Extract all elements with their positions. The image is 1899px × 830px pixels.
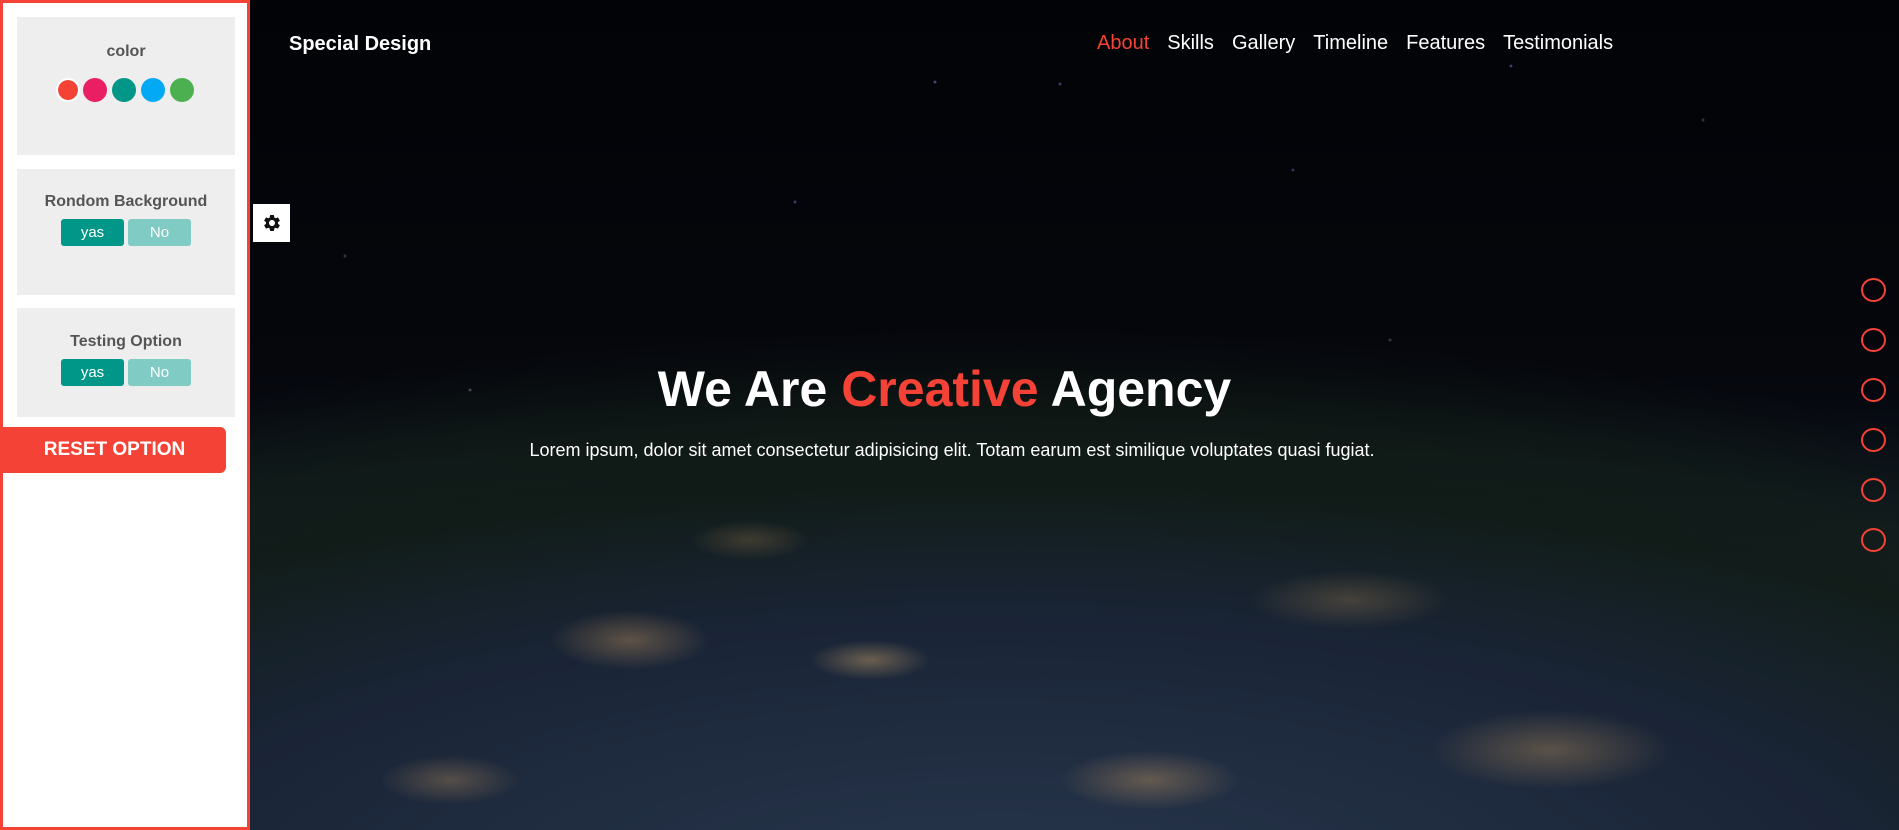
color-swatch-red[interactable] bbox=[56, 78, 80, 102]
color-swatch-teal[interactable] bbox=[112, 78, 136, 102]
testing-option-box: Testing Option yas No bbox=[17, 308, 235, 417]
bullet-testimonials[interactable] bbox=[1861, 528, 1886, 552]
settings-panel: color Rondom Background yas No Testing O… bbox=[0, 0, 250, 830]
section-bullets bbox=[1861, 278, 1886, 552]
color-option-box: color bbox=[17, 17, 235, 155]
main-nav: About Skills Gallery Timeline Features T… bbox=[1097, 32, 1613, 55]
bullet-features[interactable] bbox=[1861, 478, 1886, 502]
reset-option-button[interactable]: RESET OPTION bbox=[3, 427, 226, 473]
hero-title-accent: Creative bbox=[841, 361, 1039, 417]
bullet-timeline[interactable] bbox=[1861, 428, 1886, 452]
nav-testimonials[interactable]: Testimonials bbox=[1503, 32, 1613, 55]
nav-about[interactable]: About bbox=[1097, 32, 1149, 55]
background-yes-button[interactable]: yas bbox=[61, 219, 124, 246]
bullet-skills[interactable] bbox=[1861, 328, 1886, 352]
nav-skills[interactable]: Skills bbox=[1167, 32, 1214, 55]
nav-timeline[interactable]: Timeline bbox=[1313, 32, 1388, 55]
earth-lights bbox=[250, 480, 1899, 830]
bullet-about[interactable] bbox=[1861, 278, 1886, 302]
background-toggle: yas No bbox=[17, 219, 235, 246]
site-logo[interactable]: Special Design bbox=[289, 33, 431, 56]
color-swatch-pink[interactable] bbox=[83, 78, 107, 102]
color-swatch-green[interactable] bbox=[170, 78, 194, 102]
background-option-title: Rondom Background bbox=[44, 193, 208, 210]
nav-features[interactable]: Features bbox=[1406, 32, 1485, 55]
nav-gallery[interactable]: Gallery bbox=[1232, 32, 1295, 55]
background-option-box: Rondom Background yas No bbox=[17, 169, 235, 295]
color-option-title: color bbox=[106, 43, 146, 60]
hero-title-end: Agency bbox=[1038, 361, 1232, 417]
hero-title-start: We Are bbox=[657, 361, 842, 417]
testing-yes-button[interactable]: yas bbox=[61, 359, 124, 386]
color-swatch-blue[interactable] bbox=[141, 78, 165, 102]
settings-toggle-button[interactable] bbox=[253, 204, 290, 242]
testing-no-button[interactable]: No bbox=[128, 359, 191, 386]
hero-subtitle: Lorem ipsum, dolor sit amet consectetur … bbox=[529, 440, 1375, 460]
bullet-gallery[interactable] bbox=[1861, 378, 1886, 402]
testing-toggle: yas No bbox=[17, 359, 235, 386]
color-swatches bbox=[17, 78, 235, 102]
gear-icon bbox=[263, 215, 280, 231]
background-no-button[interactable]: No bbox=[128, 219, 191, 246]
testing-option-title: Testing Option bbox=[70, 333, 182, 350]
hero-title: We Are Creative Agency bbox=[0, 360, 1769, 418]
